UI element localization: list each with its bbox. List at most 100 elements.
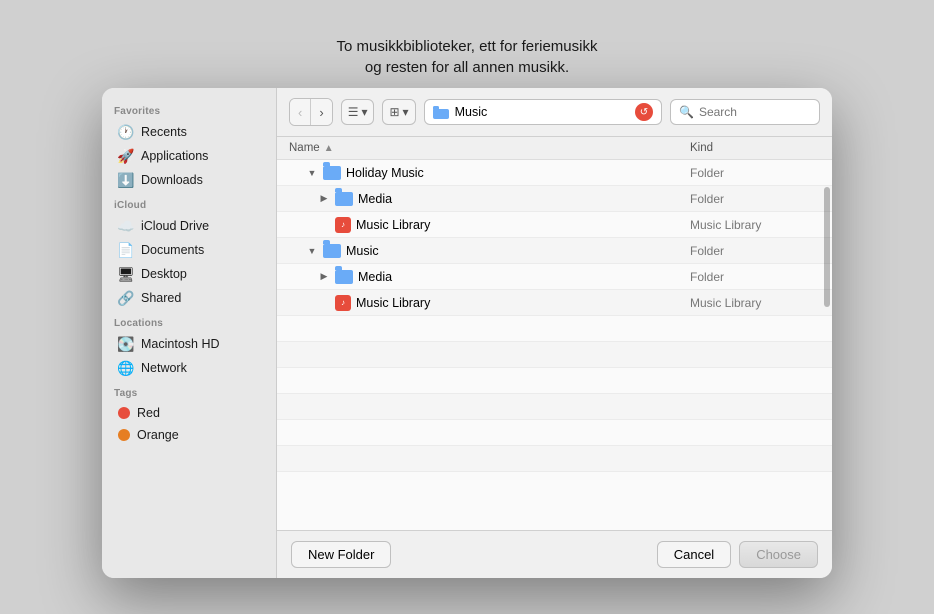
file-name: Holiday Music: [346, 166, 424, 180]
empty-row: [277, 446, 832, 472]
icloud-icon: ☁️: [118, 218, 134, 234]
file-row-name: ▶ Media: [289, 192, 690, 206]
empty-row: [277, 420, 832, 446]
search-input[interactable]: [699, 105, 811, 119]
grid-view-button[interactable]: ⊞ ▾: [382, 99, 415, 125]
cancel-button[interactable]: Cancel: [657, 541, 731, 568]
table-row[interactable]: ♪ Music Library Music Library: [277, 290, 832, 316]
tooltip-text: To musikkbiblioteker, ett for feriemusik…: [317, 36, 618, 78]
empty-row: [277, 368, 832, 394]
sidebar-item-label: Applications: [141, 149, 208, 163]
path-folder-icon: [433, 104, 449, 120]
path-name: Music: [455, 105, 488, 119]
applications-icon: 🚀: [118, 148, 134, 164]
sidebar-item-icloud-drive[interactable]: ☁️ iCloud Drive: [106, 214, 272, 238]
search-icon: 🔍: [679, 105, 694, 119]
sidebar-item-label: Orange: [137, 428, 179, 442]
sidebar-item-label: Desktop: [141, 267, 187, 281]
shared-icon: 🔗: [118, 290, 134, 306]
sidebar-item-label: Documents: [141, 243, 204, 257]
table-row[interactable]: ♪ Music Library Music Library: [277, 212, 832, 238]
folder-icon: [335, 270, 353, 284]
sort-arrow-icon: ▲: [324, 143, 334, 154]
dialog: Favorites 🕐 Recents 🚀 Applications ⬇️ Do…: [102, 88, 832, 578]
nav-buttons: ‹ ›: [289, 98, 333, 126]
sidebar: Favorites 🕐 Recents 🚀 Applications ⬇️ Do…: [102, 88, 277, 578]
file-name: Media: [358, 270, 392, 284]
path-reload-button[interactable]: ↺: [635, 103, 653, 121]
file-name: Music: [346, 244, 379, 258]
file-name: Music Library: [356, 218, 430, 232]
search-bar[interactable]: 🔍: [670, 99, 820, 125]
file-name: Music Library: [356, 296, 430, 310]
table-row[interactable]: ▶ Media Folder: [277, 264, 832, 290]
sidebar-item-label: Network: [141, 361, 187, 375]
expand-icon[interactable]: ▶: [318, 193, 330, 205]
downloads-icon: ⬇️: [118, 172, 134, 188]
sidebar-item-desktop[interactable]: 🖥 Desktop: [106, 262, 272, 286]
expand-icon[interactable]: ▼: [306, 167, 318, 179]
list-view-chevron-icon: ▾: [361, 105, 367, 119]
list-view-icon: ☰: [348, 105, 359, 119]
sidebar-item-documents[interactable]: 📄 Documents: [106, 238, 272, 262]
choose-button[interactable]: Choose: [739, 541, 818, 568]
empty-row: [277, 342, 832, 368]
documents-icon: 📄: [118, 242, 134, 258]
hd-icon: 💽: [118, 336, 134, 352]
file-kind: Folder: [690, 244, 820, 258]
path-bar[interactable]: Music ↺: [424, 99, 662, 125]
table-row[interactable]: ▶ Media Folder: [277, 186, 832, 212]
expand-icon[interactable]: ▶: [318, 271, 330, 283]
file-name: Media: [358, 192, 392, 206]
action-buttons: Cancel Choose: [657, 541, 818, 568]
orange-tag-dot: [118, 429, 130, 441]
bottom-bar: New Folder Cancel Choose: [277, 530, 832, 578]
desktop-icon: 🖥: [118, 266, 134, 282]
sidebar-item-label: iCloud Drive: [141, 219, 209, 233]
new-folder-button[interactable]: New Folder: [291, 541, 391, 568]
toolbar: ‹ › ☰ ▾ ⊞ ▾ Music ↺: [277, 88, 832, 137]
file-kind: Folder: [690, 166, 820, 180]
sidebar-item-network[interactable]: 🌐 Network: [106, 356, 272, 380]
col-name-header[interactable]: Name ▲: [289, 142, 690, 154]
file-kind: Music Library: [690, 296, 820, 310]
file-row-name: ▼ Music: [289, 244, 690, 258]
file-kind: Music Library: [690, 218, 820, 232]
table-row[interactable]: ▼ Music Folder: [277, 238, 832, 264]
file-row-name: ♪ Music Library: [289, 217, 690, 233]
back-button[interactable]: ‹: [290, 99, 311, 125]
file-row-name: ▼ Holiday Music: [289, 166, 690, 180]
sidebar-item-downloads[interactable]: ⬇️ Downloads: [106, 168, 272, 192]
empty-row: [277, 316, 832, 342]
folder-icon: [323, 166, 341, 180]
file-list-wrapper: Name ▲ Kind ▼ Holiday Music Folder: [277, 137, 832, 530]
list-view-button[interactable]: ☰ ▾: [341, 99, 375, 125]
locations-label: Locations: [102, 310, 276, 332]
sidebar-item-red[interactable]: Red: [106, 402, 272, 424]
grid-view-icon: ⊞: [389, 105, 399, 119]
sidebar-item-applications[interactable]: 🚀 Applications: [106, 144, 272, 168]
file-list-header: Name ▲ Kind: [277, 137, 832, 160]
forward-button[interactable]: ›: [311, 99, 331, 125]
recents-icon: 🕐: [118, 124, 134, 140]
main-content: ‹ › ☰ ▾ ⊞ ▾ Music ↺: [277, 88, 832, 578]
sidebar-item-shared[interactable]: 🔗 Shared: [106, 286, 272, 310]
expand-icon[interactable]: ▼: [306, 245, 318, 257]
sidebar-item-recents[interactable]: 🕐 Recents: [106, 120, 272, 144]
sidebar-item-orange[interactable]: Orange: [106, 424, 272, 446]
file-list: ▼ Holiday Music Folder ▶ Media Folder: [277, 160, 832, 530]
music-library-icon: ♪: [335, 217, 351, 233]
music-library-icon: ♪: [335, 295, 351, 311]
favorites-label: Favorites: [102, 98, 276, 120]
scrollbar-thumb[interactable]: [824, 187, 830, 307]
file-kind: Folder: [690, 270, 820, 284]
tags-label: Tags: [102, 380, 276, 402]
icloud-label: iCloud: [102, 192, 276, 214]
table-row[interactable]: ▼ Holiday Music Folder: [277, 160, 832, 186]
sidebar-item-label: Red: [137, 406, 160, 420]
col-kind-header[interactable]: Kind: [690, 142, 820, 154]
sidebar-item-macintosh-hd[interactable]: 💽 Macintosh HD: [106, 332, 272, 356]
empty-row: [277, 394, 832, 420]
red-tag-dot: [118, 407, 130, 419]
sidebar-item-label: Recents: [141, 125, 187, 139]
